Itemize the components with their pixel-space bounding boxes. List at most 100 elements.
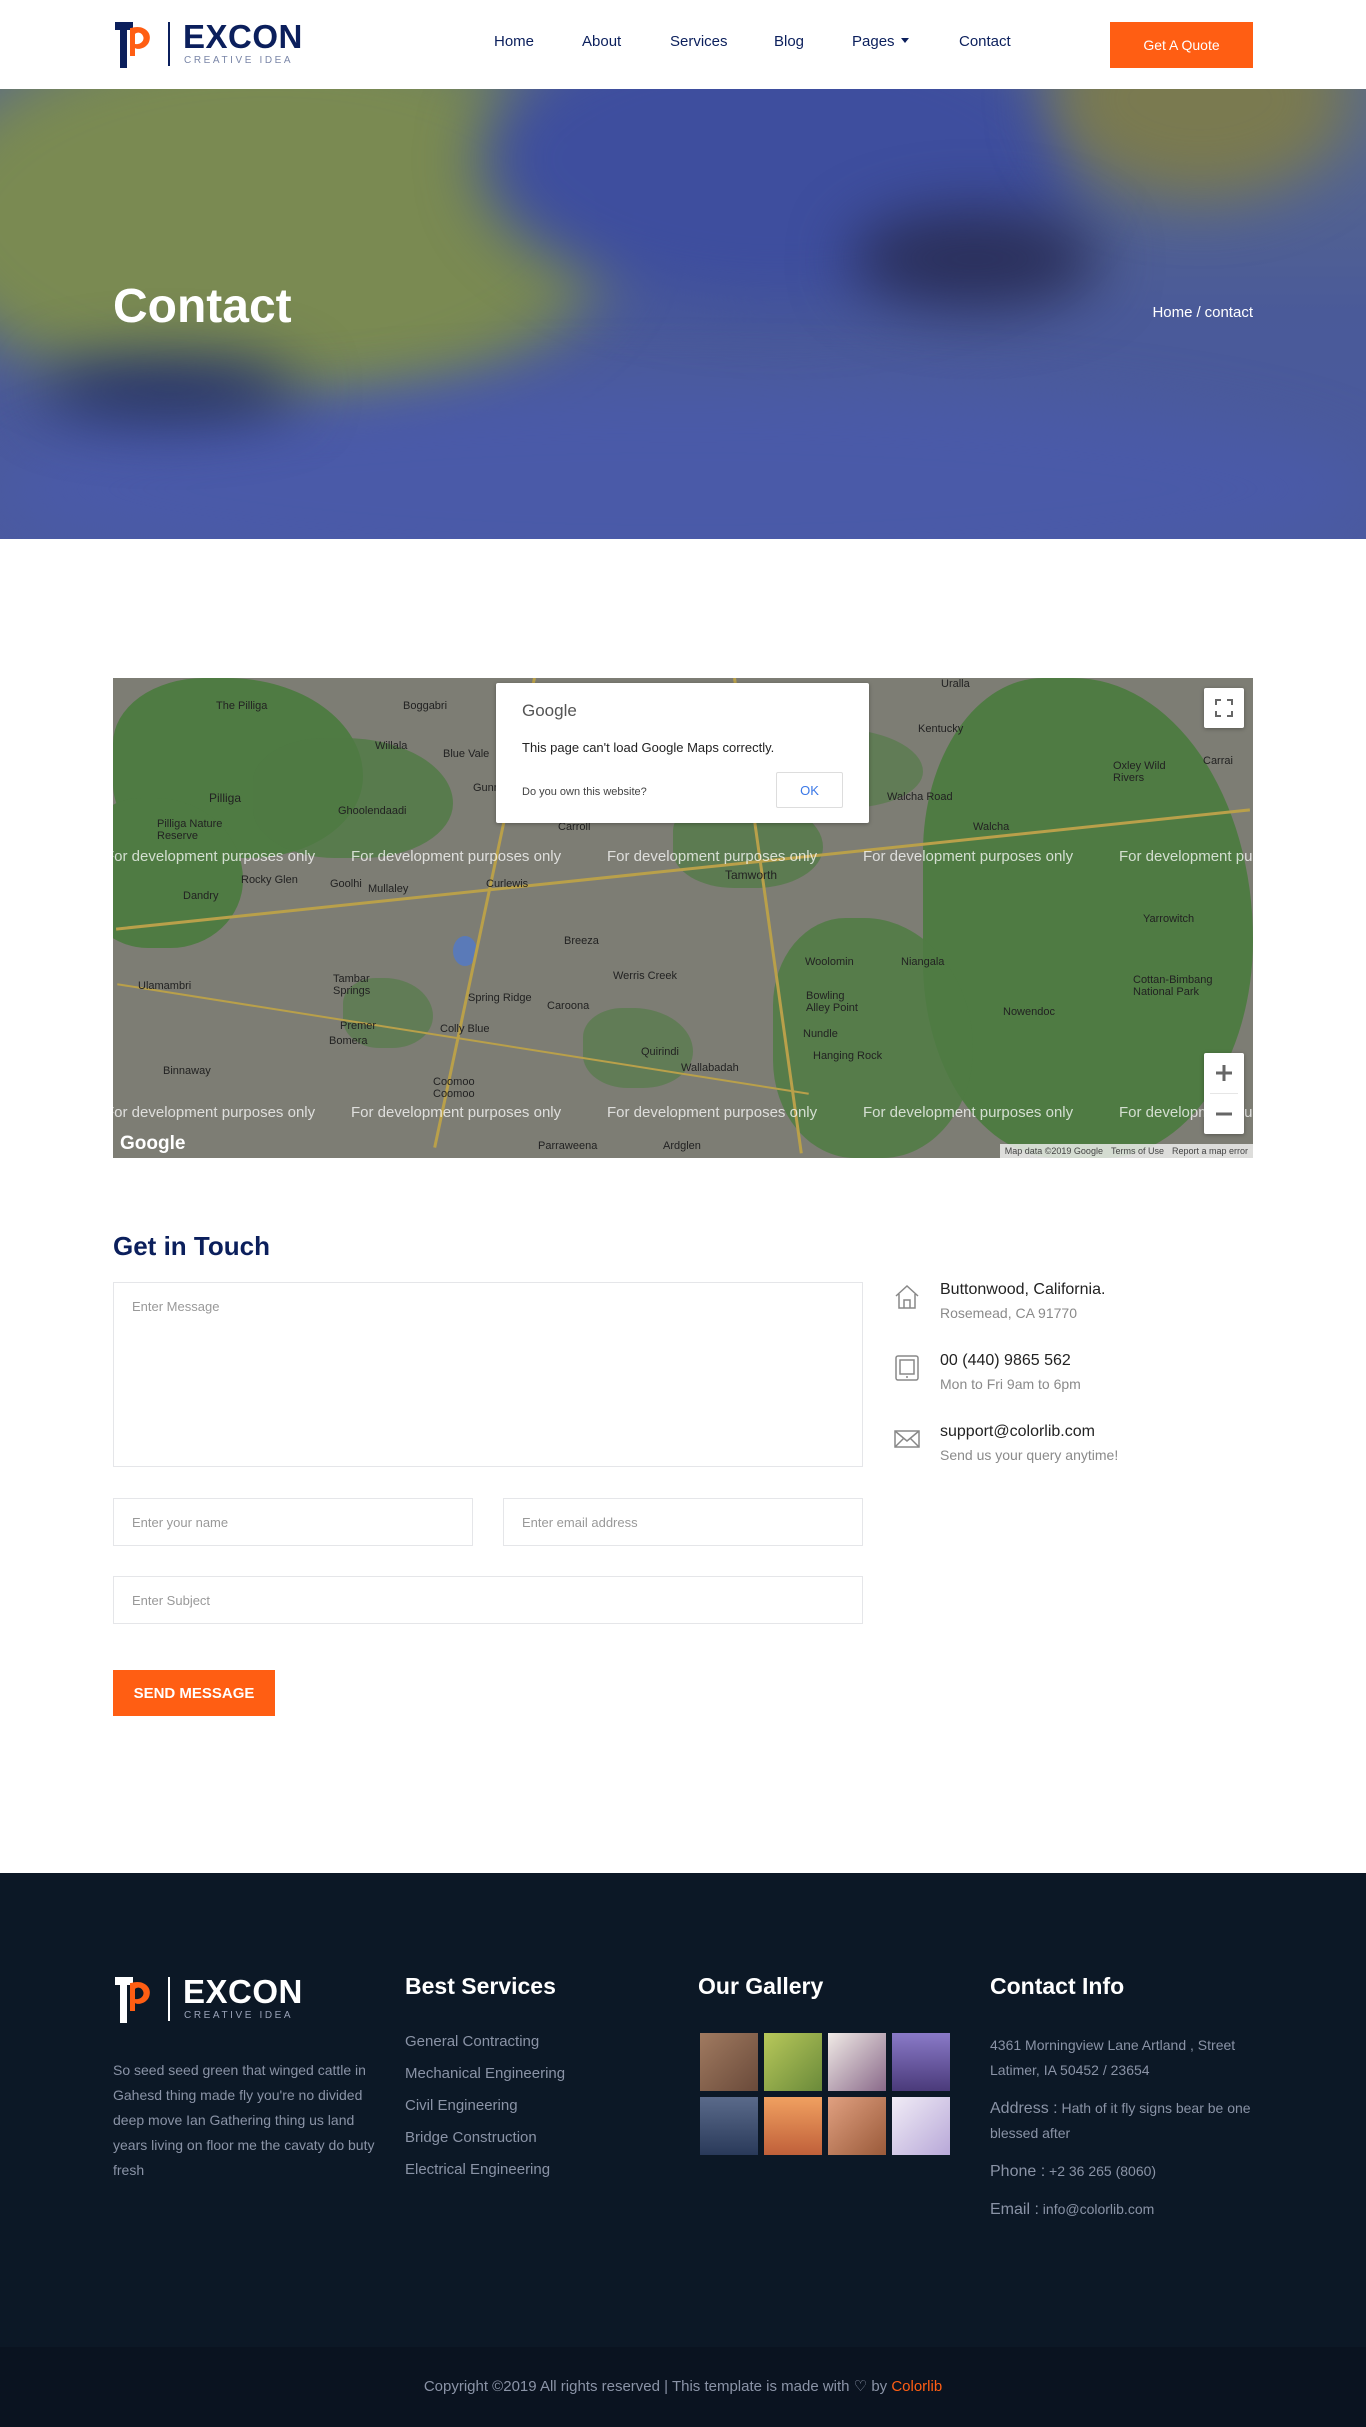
mail-icon <box>894 1430 920 1448</box>
name-input[interactable] <box>113 1498 473 1546</box>
brand-logo[interactable]: EXCON CREATIVE IDEA <box>113 18 313 70</box>
copyright-text: Copyright ©2019 All rights reserved | Th… <box>0 2377 1366 2395</box>
banner-blur-shape <box>1050 89 1350 199</box>
nav-home[interactable]: Home <box>494 33 534 50</box>
phone-label: Phone : <box>990 2163 1046 2180</box>
map-town: Caroona <box>547 1000 590 1012</box>
nav-blog[interactable]: Blog <box>774 33 804 50</box>
tablet-icon <box>895 1355 919 1381</box>
nav-about[interactable]: About <box>582 33 621 50</box>
message-textarea[interactable] <box>113 1282 863 1467</box>
map-town: Niangala <box>901 956 945 968</box>
service-link[interactable]: Mechanical Engineering <box>405 2065 565 2097</box>
service-link[interactable]: Electrical Engineering <box>405 2161 565 2193</box>
map-town: Breeza <box>564 935 599 947</box>
map-town: Ardglen <box>663 1140 701 1152</box>
contact-info-email: support@colorlib.com Send us your query … <box>893 1423 1253 1483</box>
footer-contact-info: 4361 Morningview Lane Artland , Street L… <box>990 2033 1260 2235</box>
map-town: Walcha <box>973 821 1010 833</box>
footer-logo[interactable]: EXCON CREATIVE IDEA <box>113 1973 313 2025</box>
map-town: Parraweena <box>538 1140 598 1152</box>
google-map[interactable]: The Pilliga Boggabri Uralla Kentucky Wil… <box>113 678 1253 1158</box>
send-message-button[interactable]: SEND MESSAGE <box>113 1670 275 1716</box>
contact-info-address: Buttonwood, California. Rosemead, CA 917… <box>893 1281 1253 1341</box>
map-watermark: For development purposes only <box>113 1104 316 1121</box>
email-input[interactable] <box>503 1498 863 1546</box>
map-town: Goolhi <box>330 878 362 890</box>
map-town: Boggabri <box>403 700 448 712</box>
map-town: Uralla <box>941 678 970 690</box>
gallery-thumbnail[interactable] <box>892 2097 950 2155</box>
get-quote-button[interactable]: Get A Quote <box>1110 22 1253 68</box>
map-town: Blue Vale <box>443 748 490 760</box>
map-town: Yarrowitch <box>1143 913 1195 925</box>
map-terrain <box>253 738 453 858</box>
map-town: Dandry <box>183 890 219 902</box>
service-link[interactable]: Civil Engineering <box>405 2097 565 2129</box>
map-town: Coomoo Coomoo <box>433 1076 475 1100</box>
gallery-thumbnail[interactable] <box>700 2033 758 2091</box>
footer-about-text: So seed seed green that winged cattle in… <box>113 2062 375 2178</box>
map-error-dialog: Google This page can't load Google Maps … <box>496 683 869 823</box>
map-town: Nundle <box>803 1028 838 1040</box>
zoom-out-button[interactable] <box>1204 1094 1244 1134</box>
map-town: The Pilliga <box>216 700 268 712</box>
home-icon <box>895 1284 919 1309</box>
gallery-thumbnail[interactable] <box>764 2097 822 2155</box>
copyright-statement: Copyright ©2019 All rights reserved | Th… <box>423 2378 850 2395</box>
map-watermark: For development purposes only <box>863 848 1074 865</box>
service-link[interactable]: Bridge Construction <box>405 2129 565 2161</box>
banner-blur-shape <box>40 359 300 419</box>
gallery-thumbnail[interactable] <box>828 2097 886 2155</box>
map-town: Spring Ridge <box>468 992 532 1004</box>
map-town: Tambar Springs <box>333 973 371 997</box>
dialog-ok-button[interactable]: OK <box>776 772 843 808</box>
subject-input[interactable] <box>113 1576 863 1624</box>
address-title: Buttonwood, California. <box>940 1281 1106 1298</box>
zoom-in-button[interactable] <box>1204 1053 1244 1093</box>
banner-blur-shape <box>850 209 1100 309</box>
map-town: Pilliga Nature Reserve <box>157 818 223 842</box>
map-town: Pilliga <box>209 791 242 805</box>
map-watermark: For development purposes only <box>113 848 316 865</box>
colorlib-link[interactable]: Colorlib <box>891 2378 942 2395</box>
map-watermark: For development purposes only <box>607 1104 818 1121</box>
contact-heading: Get in Touch <box>113 1231 270 1261</box>
map-town: Bomera <box>329 1035 368 1047</box>
map-town: Ghoolendaadi <box>338 805 407 817</box>
email-title[interactable]: support@colorlib.com <box>940 1423 1095 1441</box>
map-terms-link[interactable]: Terms of Use <box>1111 1144 1164 1158</box>
breadcrumb-current: contact <box>1204 304 1253 321</box>
breadcrumb-home[interactable]: Home <box>1152 304 1192 321</box>
minus-icon <box>1216 1112 1232 1116</box>
map-watermark: For development purposes only <box>1119 848 1253 865</box>
nav-contact[interactable]: Contact <box>959 33 1011 50</box>
logo-divider <box>168 22 170 66</box>
service-link[interactable]: General Contracting <box>405 2033 565 2065</box>
gallery-thumbnail[interactable] <box>892 2033 950 2091</box>
map-attribution: Map data ©2019 Google Terms of Use Repor… <box>999 1144 1253 1158</box>
map-town: Werris Creek <box>613 970 677 982</box>
email-value[interactable]: info@colorlib.com <box>1043 2201 1154 2217</box>
gallery-heading: Our Gallery <box>698 1973 824 1999</box>
map-town: Wallabadah <box>681 1062 739 1074</box>
gallery-thumbnail[interactable] <box>828 2033 886 2091</box>
email-sub: Send us your query anytime! <box>940 1447 1119 1463</box>
nav-services[interactable]: Services <box>670 33 728 50</box>
phone-sub: Mon to Fri 9am to 6pm <box>940 1376 1081 1392</box>
nav-pages-label[interactable]: Pages <box>852 33 895 50</box>
fullscreen-button[interactable] <box>1204 688 1244 728</box>
gallery-thumbnail[interactable] <box>764 2033 822 2091</box>
gallery-thumbnail[interactable] <box>700 2097 758 2155</box>
map-town: Rocky Glen <box>241 874 298 886</box>
brand-name: EXCON <box>183 18 303 55</box>
map-town: Ulamambri <box>138 980 192 992</box>
nav-pages[interactable]: Pages <box>852 33 909 51</box>
fullscreen-icon <box>1215 699 1233 717</box>
map-report-link[interactable]: Report a map error <box>1172 1144 1248 1158</box>
google-logo: Google <box>120 1133 186 1154</box>
map-town: Oxley Wild Rivers <box>1113 760 1166 784</box>
site-footer: EXCON CREATIVE IDEA So seed seed green t… <box>0 1873 1366 2347</box>
map-town: Cottan-Bimbang National Park <box>1133 974 1213 998</box>
map-town: Kentucky <box>918 723 964 735</box>
